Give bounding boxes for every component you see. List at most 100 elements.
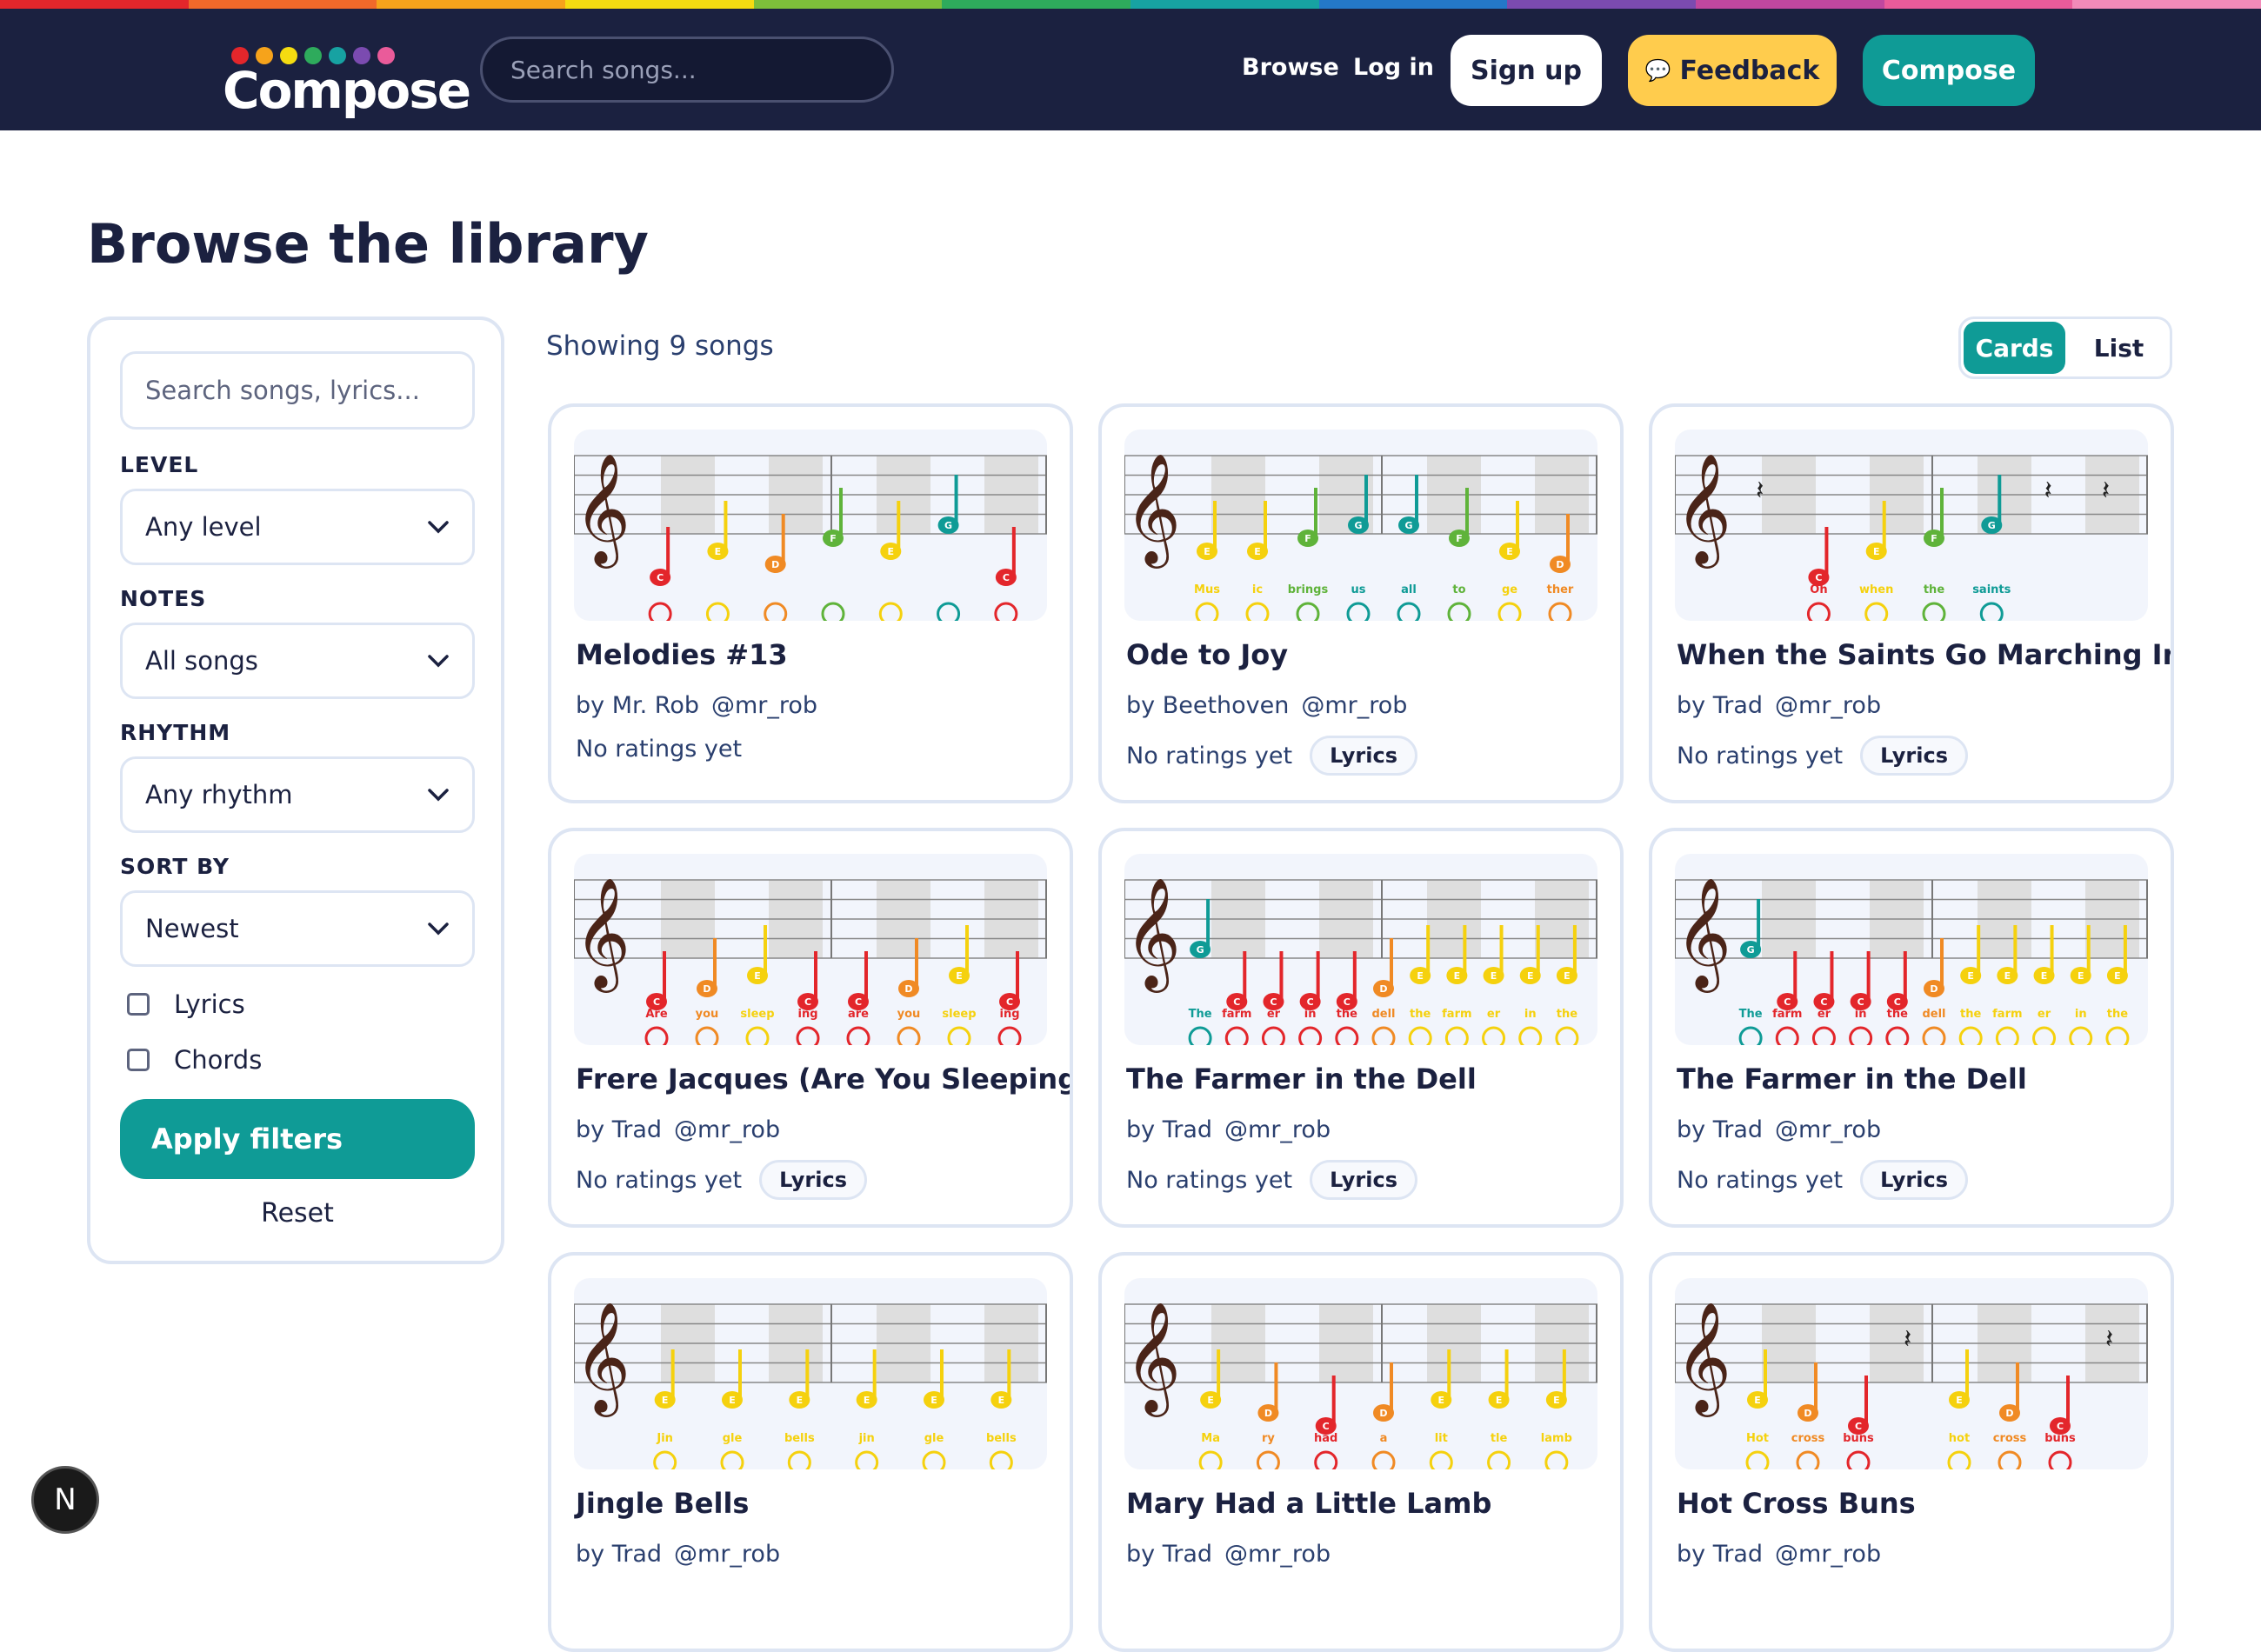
note-letter: G (1197, 944, 1204, 956)
lyric-syllable: Ma (1201, 1432, 1220, 1445)
lyric-syllable: the (1410, 1008, 1431, 1021)
song-card[interactable]: 𝄞 C Are Dyou Esleep Cing Care Dyou Esleep Cing Fre… (548, 828, 1073, 1228)
song-rating-row: No ratings yet Lyrics (1126, 1160, 1417, 1200)
chords-checkbox[interactable] (127, 1049, 150, 1071)
rhythm-select[interactable]: Any rhythm (120, 756, 475, 833)
song-author-link[interactable]: @mr_rob (674, 1541, 780, 1568)
solfege-bubble (937, 602, 961, 621)
note-letter: C (653, 996, 660, 1008)
song-meta: by Trad @mr_rob (1677, 692, 1881, 719)
song-rating-row: No ratings yet Lyrics (576, 1160, 867, 1200)
song-card[interactable]: 𝄞 E Ma Dry Chad Da Elit Etle Elamb Mary Had a Lit… (1098, 1252, 1624, 1652)
song-title[interactable]: Jingle Bells (576, 1487, 749, 1520)
treble-clef-icon: 𝄞 (574, 876, 630, 993)
filter-sidebar: Search songs, lyrics... LEVEL Any level … (87, 316, 504, 1264)
lyric-syllable: you (897, 1008, 921, 1021)
song-author-link[interactable]: @mr_rob (1224, 1541, 1331, 1568)
song-thumbnail: 𝄞 E Jin Egle Ebells Ejin Egle Ebells (574, 1278, 1047, 1469)
apply-filters-button[interactable]: Apply filters (120, 1099, 475, 1179)
song-card[interactable]: 𝄞 G The Cfarm Cer Cin Cthe Ddell Ethe Efarm Eer Ein… (1649, 828, 2174, 1228)
song-author-link[interactable]: @mr_rob (674, 1116, 780, 1143)
lyric-syllable: sleep (740, 1008, 774, 1021)
compose-logo[interactable]: Compose (223, 37, 471, 120)
sidebar-search-input[interactable]: Search songs, lyrics... (120, 351, 475, 430)
view-cards-button[interactable]: Cards (1964, 322, 2065, 374)
song-rating: No ratings yet (1126, 1166, 1293, 1194)
lyrics-checkbox[interactable] (127, 993, 150, 1016)
feedback-label: Feedback (1679, 55, 1820, 86)
song-card[interactable]: 𝄞 𝄽 C Oh Ewhen Fthe Gsaints 𝄽 𝄽 When the Saints G… (1649, 403, 2174, 803)
note-letter: G (944, 520, 952, 531)
notes-value: All songs (145, 646, 258, 676)
compose-button[interactable]: Compose (1863, 35, 2035, 106)
solfege-bubble (720, 1450, 744, 1469)
note-letter: D (2005, 1408, 2013, 1419)
note-letter: E (1553, 1395, 1560, 1406)
song-author-link[interactable]: @mr_rob (1301, 692, 1407, 719)
note-letter: D (1930, 983, 1938, 995)
song-title[interactable]: Mary Had a Little Lamb (1126, 1487, 1491, 1520)
next-dev-badge[interactable]: N (31, 1466, 99, 1534)
solfege-bubble (989, 1450, 1013, 1469)
note-letter: C (1820, 996, 1827, 1008)
signup-button[interactable]: Sign up (1451, 35, 1602, 106)
lyric-syllable: farm (1442, 1008, 1471, 1021)
song-author-link[interactable]: @mr_rob (1224, 1116, 1331, 1143)
note-letter: C (1270, 996, 1277, 1008)
note-letter: F (1931, 533, 1938, 544)
solfege-bubble (1796, 1450, 1820, 1469)
song-author-link[interactable]: @mr_rob (1775, 692, 1881, 719)
lyric-syllable: jin (858, 1432, 875, 1445)
song-author-link[interactable]: @mr_rob (1775, 1116, 1881, 1143)
song-author-link[interactable]: @mr_rob (1775, 1541, 1881, 1568)
song-card[interactable]: 𝄞 G The Cfarm Cer Cin Cthe Ddell Ethe Efarm Eer Ein… (1098, 828, 1624, 1228)
feedback-button[interactable]: 💬 Feedback (1628, 35, 1837, 106)
song-title[interactable]: Melodies #13 (576, 638, 788, 671)
song-rating: No ratings yet (576, 736, 743, 763)
lyric-syllable: gle (924, 1432, 944, 1445)
reset-filters-link[interactable]: Reset (120, 1198, 475, 1229)
top-header: Compose Search songs... Browse Log in Si… (0, 9, 2261, 130)
song-card[interactable]: 𝄞 E Hot Dcross Cbuns 𝄽 Ehot Dcross Cbuns 𝄽 Hot Cro… (1649, 1252, 2174, 1652)
sort-select[interactable]: Newest (120, 890, 475, 967)
song-card[interactable]: 𝄞 E Jin Egle Ebells Ejin Egle Ebells Jingle Bell… (548, 1252, 1073, 1652)
lyric-syllable: the (1924, 583, 1944, 596)
song-title[interactable]: Ode to Joy (1126, 638, 1288, 671)
nav-login-link[interactable]: Log in (1353, 54, 1434, 81)
note-letter: E (1454, 970, 1461, 982)
level-select[interactable]: Any level (120, 489, 475, 565)
solfege-bubble (2032, 1026, 2057, 1045)
song-title[interactable]: Hot Cross Buns (1677, 1487, 1916, 1520)
lyric-syllable: Oh (1810, 583, 1827, 596)
note-letter: E (715, 546, 722, 557)
solfege-bubble (846, 1026, 870, 1045)
song-title[interactable]: The Farmer in the Dell (1126, 1062, 1477, 1096)
lyric-syllable: bells (784, 1432, 815, 1445)
song-card[interactable]: 𝄞 C E D F E G C Melodies #13 by Mr. Rob @mr_rob No … (548, 403, 1073, 803)
song-title[interactable]: When the Saints Go Marching In (1677, 638, 2171, 671)
lyric-syllable: buns (1843, 1432, 1874, 1445)
sheet-music-preview: 𝄞 𝄽 COh Ewhen Fthe Gsaints 𝄽 𝄽 (1675, 452, 2148, 621)
lyrics-filter[interactable]: Lyrics (127, 989, 245, 1019)
treble-clef-icon: 𝄞 (1124, 452, 1181, 569)
solfege-bubble (1518, 1026, 1543, 1045)
song-author-link[interactable]: @mr_rob (711, 692, 817, 719)
solfege-bubble (1296, 602, 1320, 621)
notes-select[interactable]: All songs (120, 623, 475, 699)
lyrics-badge: Lyrics (1310, 1160, 1417, 1200)
note-letter: C (1344, 996, 1351, 1008)
song-thumbnail: 𝄞 G The Cfarm Cer Cin Cthe Ddell Ethe Efarm Eer Ein… (1124, 854, 1597, 1045)
chords-filter[interactable]: Chords (127, 1045, 262, 1075)
header-search-input[interactable]: Search songs... (480, 37, 894, 103)
song-title[interactable]: The Farmer in the Dell (1677, 1062, 2027, 1096)
song-thumbnail: 𝄞 E Mus Eic Fbrings Gus Gall Fto Ege Dther (1124, 430, 1597, 621)
view-list-button[interactable]: List (2068, 319, 2170, 376)
lyric-syllable: Mus (1194, 583, 1220, 596)
song-title[interactable]: Frere Jacques (Are You Sleeping?) (576, 1062, 1070, 1096)
nav-browse-link[interactable]: Browse (1242, 54, 1339, 81)
song-card[interactable]: 𝄞 E Mus Eic Fbrings Gus Gall Fto Ege Dther Ode to … (1098, 403, 1624, 803)
lyric-syllable: ge (1502, 583, 1517, 596)
lyric-syllable: er (1267, 1008, 1281, 1021)
rest-symbol: 𝄽 (2044, 476, 2052, 506)
song-thumbnail: 𝄞 𝄽 C Oh Ewhen Fthe Gsaints 𝄽 𝄽 (1675, 430, 2148, 621)
